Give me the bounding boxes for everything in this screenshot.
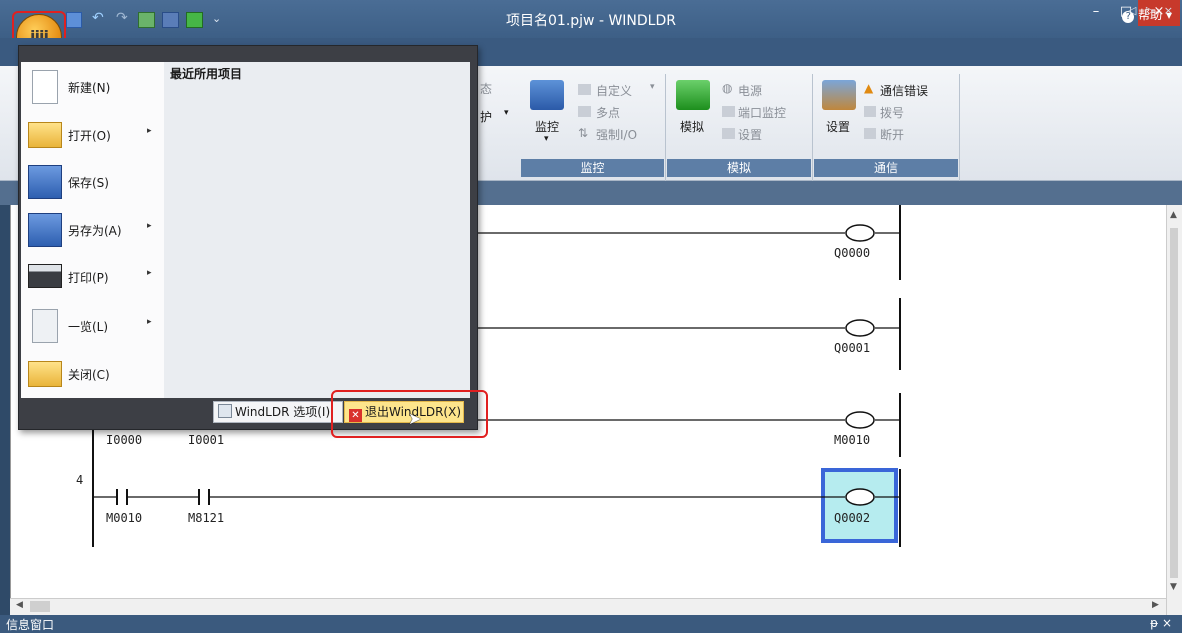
comm-error-button[interactable]: 通信错误 <box>880 82 928 99</box>
menu-item-open[interactable]: 打开(O) ▸ <box>22 112 163 156</box>
list-submenu-arrow-icon: ▸ <box>147 317 152 327</box>
recent-projects-pane <box>164 62 470 398</box>
power-icon: ◍ <box>722 81 733 95</box>
close-folder-icon <box>28 361 62 387</box>
force-io-button[interactable]: 强制I/O <box>596 126 637 143</box>
coil-m0010 <box>845 411 875 429</box>
horizontal-scrollbar[interactable] <box>10 598 1166 616</box>
multi-point-button[interactable]: 多点 <box>596 104 620 121</box>
options-icon <box>218 404 232 418</box>
menu-item-print[interactable]: 打印(P) ▸ <box>22 254 163 298</box>
comm-group-label: 通信 <box>814 159 958 177</box>
coil-label-q0002: Q0002 <box>834 511 871 525</box>
save-as-submenu-arrow-icon: ▸ <box>147 221 152 231</box>
protect-dropdown-icon: ▾ <box>504 108 509 118</box>
scroll-right-icon[interactable]: ▶ <box>1152 600 1159 610</box>
document-tab-controls[interactable]: ◁ ▷ × <box>1128 4 1176 17</box>
protect-partial-label: 护 <box>480 110 493 124</box>
port-monitor-icon <box>722 106 735 117</box>
coil-q0002 <box>845 488 875 506</box>
force-io-icon: ⇅ <box>578 126 589 140</box>
dial-button[interactable]: 拨号 <box>880 104 904 121</box>
scroll-down-icon[interactable]: ▼ <box>1170 582 1177 592</box>
comm-settings-big-button[interactable]: 设置 <box>826 118 850 135</box>
scroll-left-icon[interactable]: ◀ <box>16 600 23 610</box>
contact-label-i0001: I0001 <box>188 433 225 447</box>
monitor-big-button[interactable]: 监控 <box>535 118 559 135</box>
menu-item-save[interactable]: 保存(S) <box>22 159 163 203</box>
window-title: 项目名01.pjw - WINDLDR <box>506 13 676 29</box>
sim-settings-button[interactable]: 设置 <box>738 126 762 143</box>
monitor-group-label: 监控 <box>521 159 664 177</box>
menu-item-list[interactable]: 一览(L) ▸ <box>22 303 163 347</box>
scroll-up-icon[interactable]: ▲ <box>1170 210 1177 220</box>
info-window-bar: 信息窗口 ᵽ × <box>0 615 1182 633</box>
new-file-icon <box>32 70 58 104</box>
sim-settings-icon <box>722 128 735 139</box>
disconnect-icon <box>864 128 876 139</box>
coil-label-q0000: Q0000 <box>834 246 871 260</box>
dial-icon <box>864 106 876 117</box>
simulate-big-button[interactable]: 模拟 <box>680 118 704 135</box>
coil-label-q0001: Q0001 <box>834 341 871 355</box>
save-disk-icon <box>28 165 62 199</box>
comm-error-icon: ▲ <box>864 81 874 95</box>
menu-item-save-as[interactable]: 另存为(A) ▸ <box>22 207 163 251</box>
menu-item-close[interactable]: 关闭(C) <box>22 351 163 395</box>
custom-dropdown-icon: ▾ <box>650 82 655 92</box>
disconnect-button[interactable]: 断开 <box>880 126 904 143</box>
rung-number: 4 <box>76 473 84 487</box>
power-button[interactable]: 电源 <box>738 82 762 99</box>
multi-point-icon <box>578 106 591 117</box>
custom-button[interactable]: 自定义 <box>596 82 632 99</box>
recent-projects-title: 最近所用项目 <box>170 67 243 81</box>
contact-label-m0010: M0010 <box>106 511 143 525</box>
coil-label-m0010: M0010 <box>834 433 871 447</box>
coil-q0000 <box>845 224 875 242</box>
coil-q0001 <box>845 319 875 337</box>
comm-settings-big-icon[interactable] <box>822 80 856 110</box>
open-folder-icon <box>28 122 62 148</box>
monitor-big-icon[interactable] <box>530 80 564 110</box>
vertical-scroll-thumb[interactable] <box>1170 228 1178 578</box>
save-as-icon <box>28 213 62 247</box>
document-list-icon <box>32 309 58 343</box>
port-monitor-button[interactable]: 端口监控 <box>738 104 786 121</box>
custom-icon <box>578 84 591 95</box>
print-submenu-arrow-icon: ▸ <box>147 268 152 278</box>
monitor-dropdown-icon: ▾ <box>544 134 549 144</box>
info-window-pin-close[interactable]: ᵽ × <box>1150 616 1172 630</box>
contact-label-i0000: I0000 <box>106 433 143 447</box>
printer-icon <box>28 264 62 288</box>
contact-label-m8121: M8121 <box>188 511 225 525</box>
windldr-options-button[interactable]: WindLDR 选项(I) <box>213 401 343 423</box>
state-partial-label: 态 <box>480 82 493 96</box>
info-window-title: 信息窗口 <box>6 618 55 632</box>
menu-item-new[interactable]: 新建(N) <box>22 64 163 108</box>
horizontal-scroll-thumb[interactable] <box>30 601 50 612</box>
simulate-big-icon[interactable] <box>676 80 710 110</box>
open-submenu-arrow-icon: ▸ <box>147 126 152 136</box>
mouse-cursor-icon: ➤ <box>408 409 422 428</box>
simulate-group-label: 模拟 <box>667 159 811 177</box>
